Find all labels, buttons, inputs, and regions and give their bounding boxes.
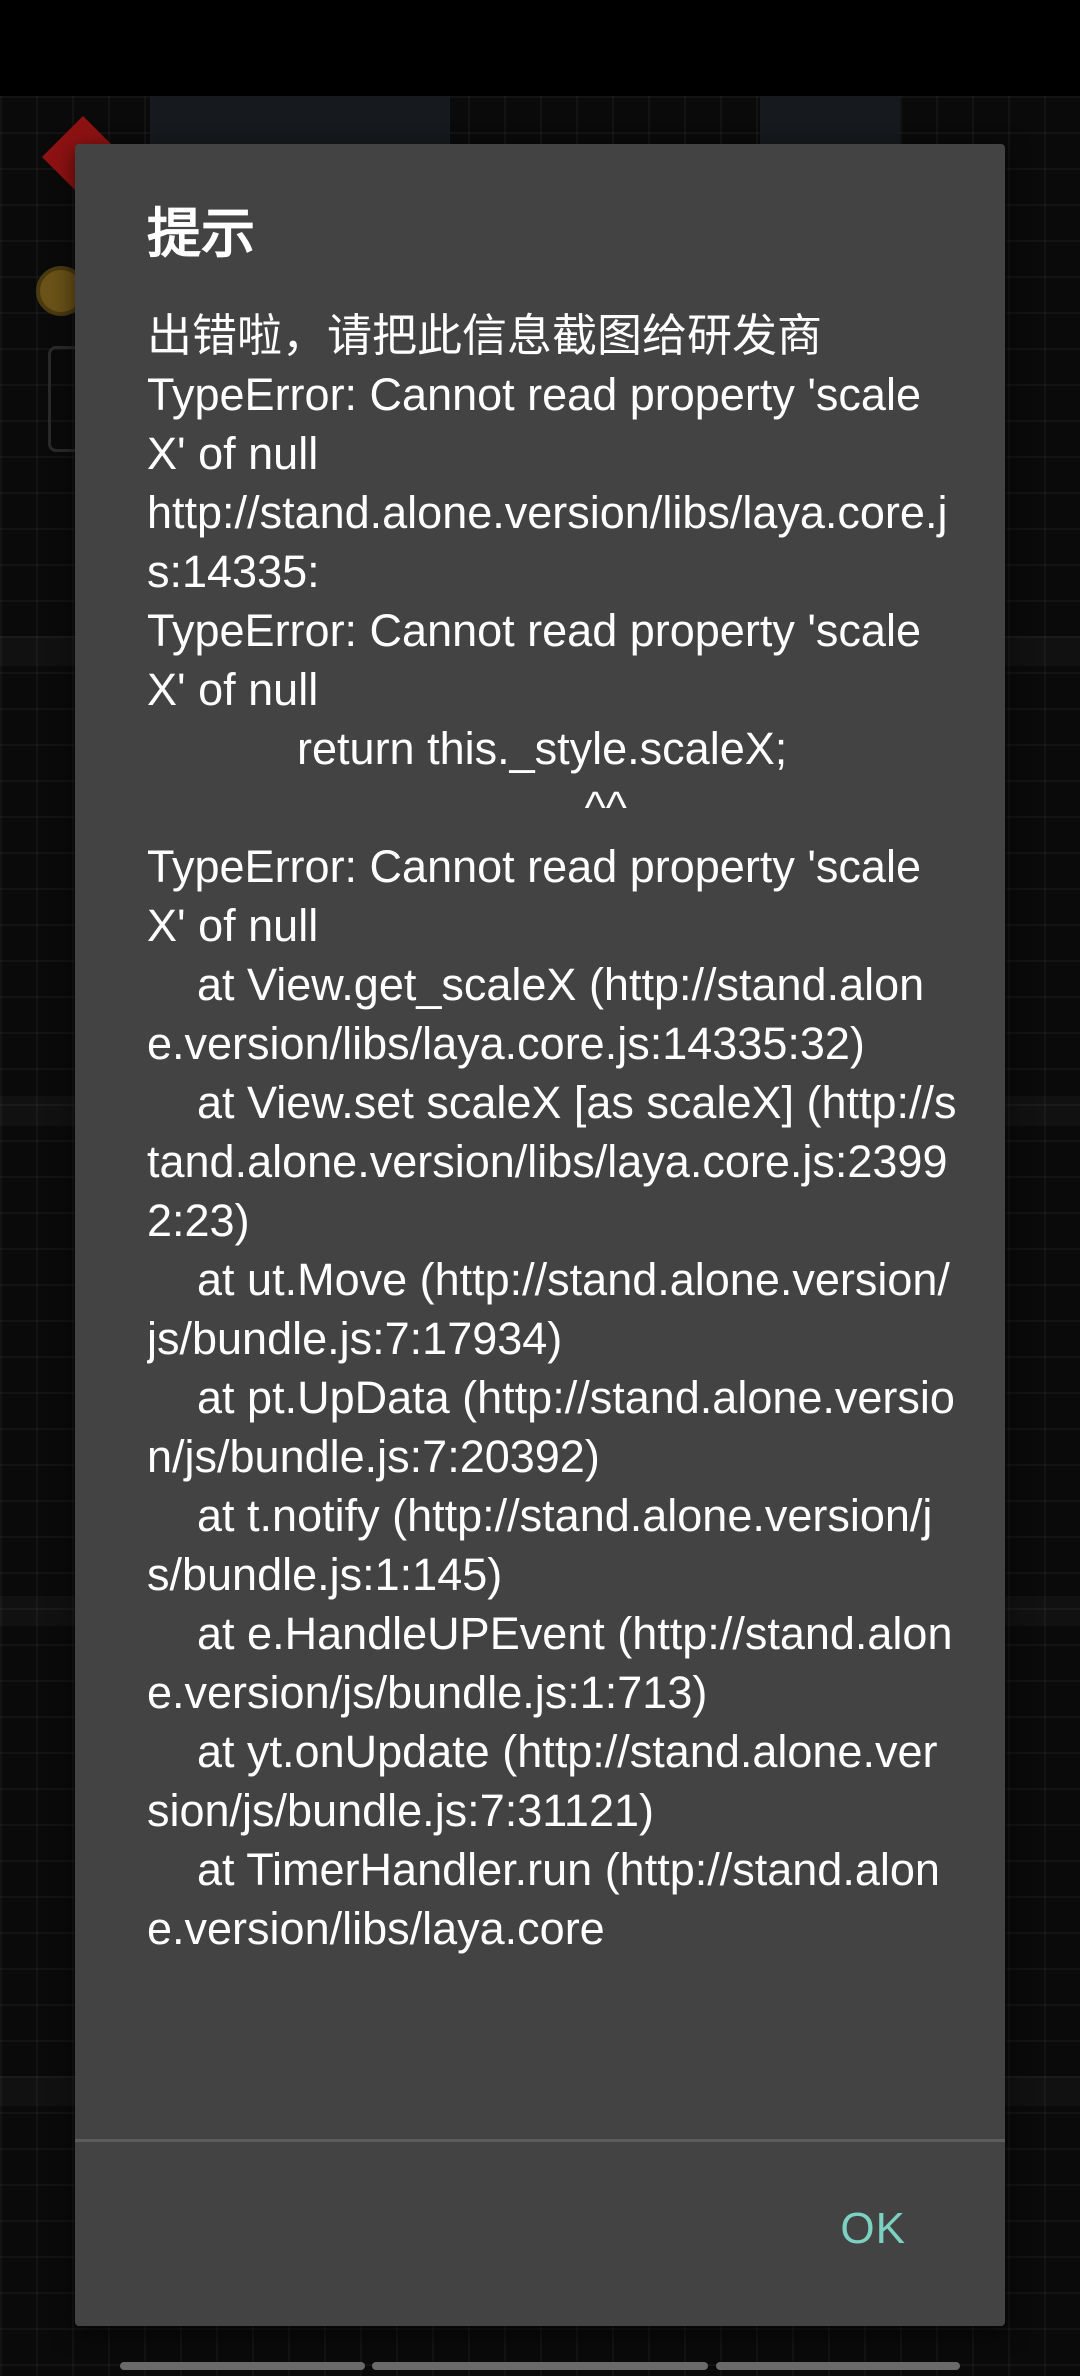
bottom-bar-segment <box>716 2362 960 2370</box>
dialog-title: 提示 <box>147 202 255 265</box>
bottom-bar-segment <box>372 2362 708 2370</box>
ok-button[interactable]: OK <box>836 2192 910 2266</box>
game-top-panel <box>150 96 450 146</box>
dialog-scroll-area[interactable]: 提示 出错啦，请把此信息截图给研发商 TypeError: Cannot rea… <box>75 144 1005 2139</box>
status-bar <box>0 0 1080 96</box>
screen: 提示 出错啦，请把此信息截图给研发商 TypeError: Cannot rea… <box>0 0 1080 2376</box>
error-dialog: 提示 出错啦，请把此信息截图给研发商 TypeError: Cannot rea… <box>75 144 1005 2326</box>
dialog-message: 出错啦，请把此信息截图给研发商 TypeError: Cannot read p… <box>147 310 957 1954</box>
game-top-panel <box>760 96 900 146</box>
bottom-bar-segment <box>120 2362 365 2370</box>
dialog-divider <box>75 2139 1005 2142</box>
